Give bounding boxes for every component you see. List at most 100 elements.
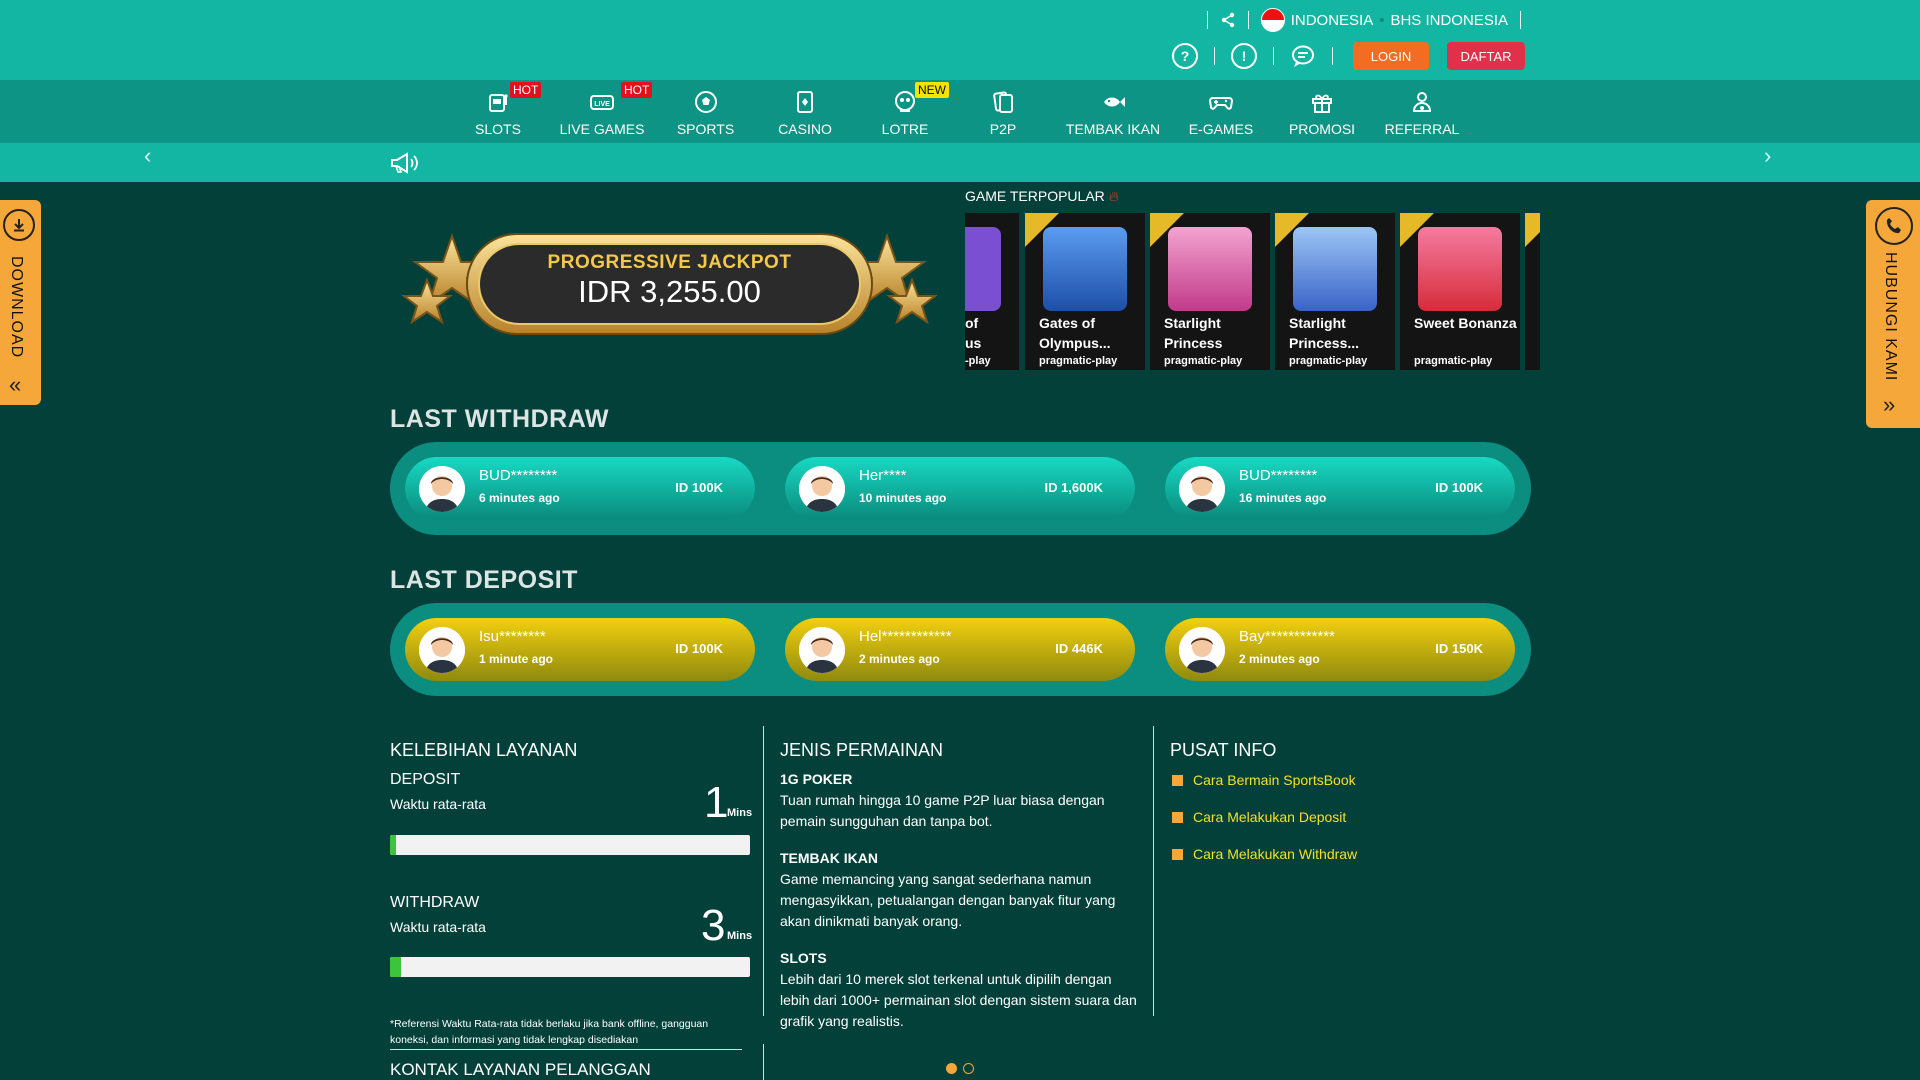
nav-item-sports[interactable]: SPORTS <box>673 80 738 143</box>
help-icon[interactable]: ? <box>1172 43 1198 69</box>
deposit-item: Hel************ 2 minutes ago ID 446K <box>785 618 1135 681</box>
game-card[interactable] <box>1525 213 1540 370</box>
hot-ribbon <box>1025 213 1059 247</box>
game-thumbnail <box>965 227 1001 311</box>
nav-item-live-games[interactable]: LIVE LIVE GAMES HOT <box>557 80 653 143</box>
game-card[interactable]: of us -play <box>965 213 1019 370</box>
hot-ribbon <box>1275 213 1309 247</box>
game-card[interactable]: Starlight Princess... pragmatic-play <box>1275 213 1395 370</box>
divider <box>1247 11 1249 29</box>
bullet-icon <box>1172 849 1183 860</box>
game-card[interactable]: Gates of Olympus... pragmatic-play <box>1025 213 1145 370</box>
member-name: Hel************ <box>859 628 952 645</box>
column-divider <box>763 1044 764 1080</box>
collapse-right-icon: » <box>1883 392 1896 417</box>
game-card[interactable]: Sweet Bonanza pragmatic-play <box>1400 213 1520 370</box>
nav-item-tembak-ikan[interactable]: TEMBAK IKAN <box>1063 80 1163 143</box>
hot-ribbon <box>1525 213 1540 247</box>
top-bar: INDONESIA • BHS INDONESIA ? ! LOGIN DAFT… <box>0 0 1920 80</box>
game-type-desc: Tuan rumah hingga 10 game P2P luar biasa… <box>780 792 1105 829</box>
share-icon[interactable] <box>1220 12 1236 28</box>
avatar <box>799 627 845 673</box>
nav-item-casino[interactable]: CASINO <box>772 80 838 143</box>
nav-item-referral[interactable]: REFERRAL <box>1380 80 1464 143</box>
nav-item-e-games[interactable]: E-GAMES <box>1186 80 1256 143</box>
deposit-item: Bay************ 2 minutes ago ID 150K <box>1165 618 1515 681</box>
info-link[interactable]: Cara Melakukan Withdraw <box>1172 846 1357 862</box>
jackpot-title: PROGRESSIVE JACKPOT <box>547 252 792 273</box>
game-type-desc: Lebih dari 10 merek slot terkenal untuk … <box>780 971 1137 1029</box>
game-type-heading: SLOTS <box>780 950 827 966</box>
country-label[interactable]: INDONESIA <box>1291 12 1374 29</box>
avatar <box>799 466 845 512</box>
nav-label: LIVE GAMES <box>559 121 645 137</box>
avatar <box>419 627 465 673</box>
jackpot-value: IDR 3,255.00 <box>578 274 761 309</box>
language-label[interactable]: BHS INDONESIA <box>1390 12 1508 29</box>
deposit-speed-unit: Mins <box>727 807 753 819</box>
game-name: Sweet Bonanza <box>1414 315 1517 331</box>
prev-arrow-icon[interactable]: ‹ <box>144 143 151 169</box>
nav-label: SLOTS <box>475 121 521 137</box>
info-icon[interactable]: ! <box>1231 43 1257 69</box>
collapse-left-icon: « <box>9 372 22 397</box>
info-link[interactable]: Cara Melakukan Deposit <box>1172 809 1346 825</box>
last-deposit-title: LAST DEPOSIT <box>390 566 578 594</box>
transaction-time: 16 minutes ago <box>1239 491 1327 505</box>
transaction-time: 1 minute ago <box>479 652 554 666</box>
info-link[interactable]: Cara Bermain SportsBook <box>1172 772 1356 788</box>
game-provider: -play <box>965 355 991 367</box>
contact-label: HUBUNGI KAMI <box>1882 252 1899 382</box>
transaction-amount: ID 100K <box>1435 480 1483 495</box>
hot-badge: HOT <box>510 82 542 98</box>
kelebihan-title: KELEBIHAN LAYANAN <box>390 740 578 760</box>
contact-title: KONTAK LAYANAN PELANGGAN <box>390 1060 651 1079</box>
p2p-cards-icon <box>993 91 1013 113</box>
register-button[interactable]: DAFTAR <box>1447 42 1525 70</box>
avatar <box>1179 466 1225 512</box>
indonesia-flag-icon[interactable] <box>1260 8 1285 32</box>
nav-label: PROMOSI <box>1288 121 1356 137</box>
deposit-speed-bar <box>390 835 750 855</box>
dot-separator: • <box>1379 11 1385 29</box>
cards-icon <box>797 91 813 113</box>
chat-icon[interactable] <box>1290 43 1316 69</box>
carousel-dot-active[interactable] <box>946 1063 957 1074</box>
deposit-speed-sub: Waktu rata-rata <box>390 796 486 812</box>
divider <box>1520 11 1521 29</box>
popular-games-label: GAME TERPOPULAR <box>965 188 1105 204</box>
carousel-dot[interactable] <box>963 1063 974 1074</box>
pusat-info-title: PUSAT INFO <box>1170 740 1277 760</box>
deposit-item: Isu******** 1 minute ago ID 100K <box>405 618 755 681</box>
column-divider <box>763 726 764 1016</box>
jenis-title: JENIS PERMAINAN <box>780 740 944 760</box>
megaphone-icon <box>391 152 418 174</box>
withdraw-track: BUD******** 6 minutes ago ID 100K Her***… <box>390 442 1531 535</box>
soccer-ball-icon <box>694 91 717 113</box>
progressive-jackpot: PROGRESSIVE JACKPOT IDR 3,255.00 <box>397 222 942 346</box>
nav-label: REFERRAL <box>1384 121 1460 137</box>
contact-tab[interactable]: HUBUNGI KAMI » <box>1866 200 1920 428</box>
game-name: Starlight Princess... <box>1289 315 1360 351</box>
withdraw-speed-value: 3 <box>701 901 726 950</box>
download-tab[interactable]: DOWNLOAD « <box>0 200 41 405</box>
game-provider: pragmatic-play <box>1289 355 1368 367</box>
popular-games-strip: of us -play Gates of Olympus... pragmatic… <box>965 213 1540 370</box>
withdraw-speed-bar <box>390 957 750 977</box>
next-arrow-icon[interactable]: › <box>1764 143 1771 169</box>
nav-item-slots[interactable]: SLOTS HOT <box>473 80 542 143</box>
transaction-amount: ID 100K <box>675 641 723 656</box>
game-card[interactable]: Starlight Princess pragmatic-play <box>1150 213 1270 370</box>
avatar <box>1179 627 1225 673</box>
nav-label: LOTRE <box>881 121 929 137</box>
nav-item-promosi[interactable]: PROMOSI <box>1285 80 1359 143</box>
nav-label: SPORTS <box>676 121 735 137</box>
nav-item-lotre[interactable]: LOTRE NEW <box>875 80 949 143</box>
login-button[interactable]: LOGIN <box>1353 42 1429 70</box>
deposit-speed-fill <box>390 835 396 855</box>
transaction-time: 2 minutes ago <box>859 652 940 666</box>
slot-machine-icon <box>489 94 508 112</box>
nav-item-p2p[interactable]: P2P <box>983 80 1023 143</box>
member-name: BUD******** <box>1239 467 1318 484</box>
game-type-heading: TEMBAK IKAN <box>780 850 878 866</box>
